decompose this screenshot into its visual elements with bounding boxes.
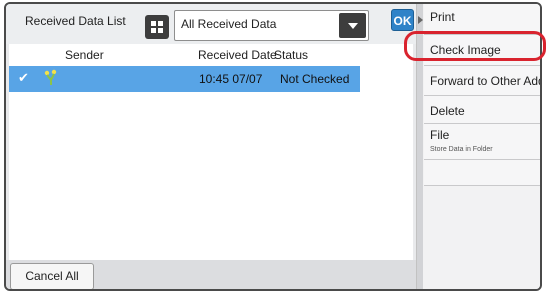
status-cell: Not Checked	[280, 72, 350, 86]
chevron-right-icon	[418, 16, 423, 24]
checkmark-icon: ✔	[18, 70, 29, 85]
table-row[interactable]: ✔ 10:45 07/07 Not Checked	[9, 66, 360, 92]
column-header-status[interactable]: Status	[274, 48, 308, 62]
cancel-all-button[interactable]: Cancel All	[10, 263, 94, 289]
forward-to-other-address-button[interactable]: Forward to Other Address	[424, 66, 540, 96]
list-header: Sender Received Date Status	[9, 44, 413, 66]
column-header-sender[interactable]: Sender	[65, 48, 104, 62]
sender-icon	[44, 69, 57, 85]
column-header-received-date[interactable]: Received Date	[198, 48, 277, 62]
delete-button[interactable]: Delete	[424, 96, 540, 124]
chevron-down-icon[interactable]	[339, 13, 366, 38]
action-label: Forward to Other Address	[430, 74, 540, 88]
thumbnail-view-button[interactable]	[145, 15, 169, 39]
empty-action-slot	[424, 160, 540, 186]
list-toolbar: Received Data List All Received Data OK	[6, 4, 416, 44]
action-label: File	[430, 128, 450, 142]
ok-button[interactable]: OK	[391, 9, 414, 31]
filter-selected-value: All Received Data	[181, 17, 277, 31]
action-sublabel: Store Data in Folder	[430, 146, 493, 153]
file-button[interactable]: File Store Data in Folder	[424, 124, 540, 160]
received-data-list: Sender Received Date Status ✔ 10:45 07/0…	[9, 44, 413, 260]
received-date-cell: 10:45 07/07	[199, 72, 263, 86]
grid-icon	[151, 21, 156, 26]
action-label: Print	[430, 10, 455, 24]
footer-bar: Cancel All	[6, 260, 416, 289]
highlight-marker	[404, 31, 546, 61]
action-label: Delete	[430, 104, 465, 118]
data-filter-select[interactable]: All Received Data	[174, 10, 369, 41]
page-title: Received Data List	[25, 14, 126, 28]
